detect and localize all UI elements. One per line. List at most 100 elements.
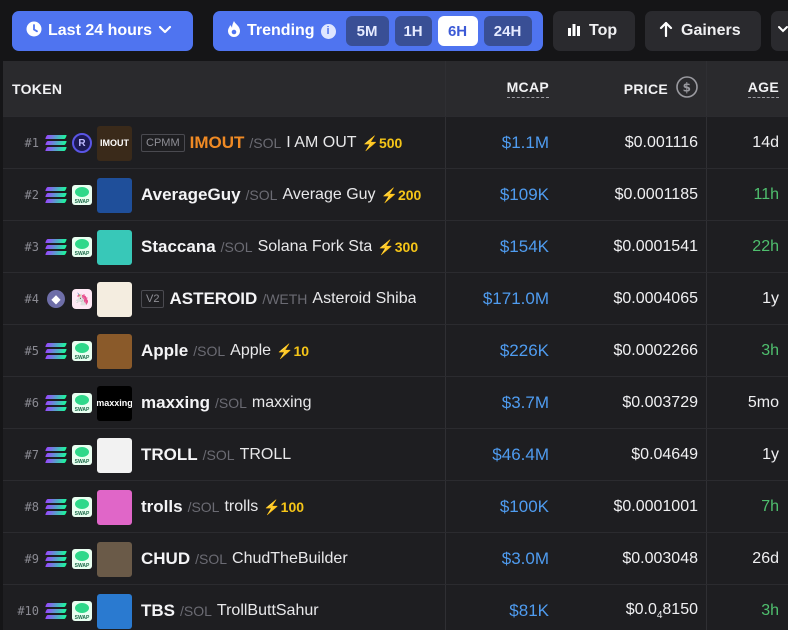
token-full-name: trolls [224, 498, 259, 515]
avatar[interactable] [97, 481, 132, 533]
avatar[interactable] [97, 325, 132, 377]
token-name-cell[interactable]: AverageGuy/SOL Average Guy ⚡200 [141, 169, 446, 221]
age-value: 7h [761, 498, 779, 515]
token-full-name: Average Guy [282, 186, 376, 203]
rank-label: #9 [24, 552, 39, 566]
chain-badge [44, 429, 68, 481]
interval-6h-button[interactable]: 6H [437, 16, 478, 46]
token-name-cell[interactable]: V2 ASTEROID/WETH Asteroid Shiba [141, 273, 446, 325]
column-header-token[interactable]: TOKEN [12, 61, 62, 116]
token-table: TOKEN MCAP PRICE $ AGE #1 R IMOUT CPMM IMOUT… [3, 61, 788, 630]
avatar[interactable] [97, 273, 132, 325]
more-filters-button[interactable] [771, 11, 788, 51]
token-symbol: CHUD [141, 549, 191, 568]
swap-dex-icon [72, 341, 92, 361]
interval-5m-button[interactable]: 5M [345, 16, 389, 46]
rank-label: #3 [24, 240, 39, 254]
raydium-icon: R [72, 133, 92, 153]
token-avatar-image [97, 437, 132, 473]
price-cell: $0.0001001 [551, 481, 698, 533]
time-filter-button[interactable]: Last 24 hours [12, 11, 193, 51]
token-symbol: AverageGuy [141, 185, 241, 204]
token-name-cell[interactable]: CPMM IMOUT/SOL I AM OUT ⚡500 [141, 117, 446, 169]
table-row[interactable]: #2 AverageGuy/SOLAverage Guy⚡200 $109K $0.0… [3, 168, 788, 220]
currency-toggle-icon[interactable]: $ [676, 76, 698, 101]
table-header: TOKEN MCAP PRICE $ AGE [3, 61, 788, 116]
mcap-value: $81K [509, 601, 549, 620]
token-name-cell[interactable]: TBS/SOL TrollButtSahur [141, 585, 446, 630]
avatar[interactable] [97, 585, 132, 630]
dex-badge [70, 481, 94, 533]
table-row[interactable]: #3 Staccana/SOLSolana Fork Sta⚡300 $154K $0… [3, 220, 788, 272]
age-value: 14d [752, 134, 779, 151]
token-full-name: TrollButtSahur [216, 602, 319, 619]
price-cell: $0.04649 [551, 429, 698, 481]
chain-badge [44, 117, 68, 169]
table-row[interactable]: #10 TBS/SOLTrollButtSahur $81K $0.048150 3h [3, 584, 788, 630]
table-row[interactable]: #8trolls/SOLtrolls⚡100$100K$0.00010017h [3, 480, 788, 532]
swap-dex-icon [72, 549, 92, 569]
token-symbol: maxxing [141, 393, 210, 412]
column-header-price[interactable]: PRICE $ [551, 61, 698, 116]
price-cell: $0.003729 [551, 377, 698, 429]
price-value: $0.04649 [631, 446, 698, 463]
avatar[interactable] [97, 533, 132, 585]
avatar[interactable]: maxxing [97, 377, 132, 429]
mcap-value: $226K [499, 341, 549, 360]
age-value: 5mo [747, 394, 779, 411]
token-full-name: Solana Fork Sta [257, 238, 373, 255]
token-name-cell[interactable]: maxxing/SOL maxxing [141, 377, 446, 429]
boost-badge: ⚡500 [361, 134, 403, 151]
price-value: $0.0001001 [613, 498, 698, 515]
clock-icon [26, 21, 42, 42]
solana-icon [45, 499, 67, 515]
token-avatar-image [97, 593, 132, 629]
table-row[interactable]: #5Apple/SOLApple⚡10$226K$0.00022663h [3, 324, 788, 376]
rank-label: #10 [17, 604, 39, 618]
boost-badge: ⚡300 [377, 238, 419, 255]
trending-label[interactable]: Trending [247, 22, 315, 40]
age-value: 3h [761, 342, 779, 359]
table-row[interactable]: #7 TROLL/SOLTROLL $46.4M $0.04649 1y [3, 428, 788, 480]
interval-24h-button[interactable]: 24H [483, 16, 532, 46]
table-row[interactable]: #4 ◆ 🦄 V2 ASTEROID/WETH Asteroid Shiba $171.0M… [3, 272, 788, 324]
column-header-mcap[interactable]: MCAP [447, 61, 549, 116]
chain-badge [44, 533, 68, 585]
rank-label: #8 [24, 500, 39, 514]
gainers-button[interactable]: Gainers [645, 11, 761, 51]
price-header-label: PRICE [623, 80, 668, 97]
token-avatar-image [97, 333, 132, 369]
price-cell: $0.003048 [551, 533, 698, 585]
token-avatar-image [97, 177, 132, 213]
column-header-age[interactable]: AGE [709, 61, 779, 116]
mcap-header-label: MCAP [506, 79, 549, 98]
quote-pair: /SOL [180, 603, 212, 619]
token-name-cell[interactable]: trolls/SOL trolls ⚡100 [141, 481, 446, 533]
time-filter-label: Last 24 hours [48, 22, 153, 39]
price-cell: $0.0001185 [551, 169, 698, 221]
chain-badge: ◆ [44, 273, 68, 325]
avatar[interactable]: IMOUT [97, 117, 132, 169]
age-value: 1y [762, 290, 779, 307]
pool-type-badge: CPMM [141, 134, 185, 152]
info-icon[interactable]: i [320, 23, 336, 39]
mcap-value: $46.4M [492, 445, 549, 464]
boost-badge: ⚡200 [380, 186, 422, 203]
rank-label: #7 [24, 448, 39, 462]
avatar[interactable] [97, 169, 132, 221]
token-name-cell[interactable]: TROLL/SOL TROLL [141, 429, 446, 481]
table-row[interactable]: #1 R IMOUT CPMM IMOUT/SOL I AM OUT ⚡500 $1.1M $0… [3, 116, 788, 168]
table-row[interactable]: #6maxxingmaxxing/SOLmaxxing$3.7M$0.00372… [3, 376, 788, 428]
token-name-cell[interactable]: Staccana/SOL Solana Fork Sta ⚡300 [141, 221, 446, 273]
table-row[interactable]: #9 CHUD/SOLChudTheBuilder $3.0M $0.003048 26… [3, 532, 788, 584]
swap-dex-icon [72, 237, 92, 257]
interval-1h-button[interactable]: 1H [394, 16, 432, 46]
solana-icon [45, 447, 67, 463]
avatar[interactable] [97, 221, 132, 273]
token-name-cell[interactable]: CHUD/SOL ChudTheBuilder [141, 533, 446, 585]
token-avatar-image [97, 489, 132, 525]
token-full-name: maxxing [251, 394, 312, 411]
top-button[interactable]: Top [553, 11, 635, 51]
token-name-cell[interactable]: Apple/SOL Apple ⚡10 [141, 325, 446, 377]
avatar[interactable] [97, 429, 132, 481]
